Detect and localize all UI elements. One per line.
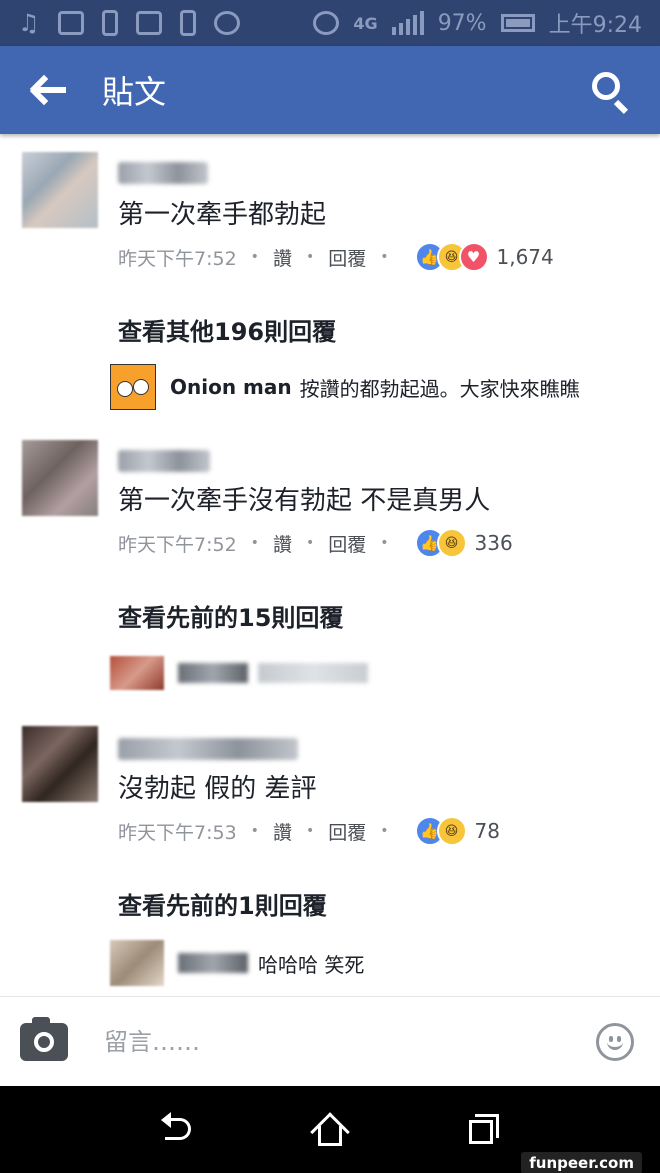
battery-percent: 97%: [437, 10, 487, 36]
commenter-name-redacted[interactable]: [118, 162, 208, 184]
battery-icon: [500, 14, 535, 32]
reply-link[interactable]: 回覆: [328, 530, 366, 557]
status-notification-icons: ♫: [18, 9, 240, 37]
sync-icon: [213, 11, 240, 35]
separator-dot: •: [250, 535, 259, 551]
like-link[interactable]: 讚: [273, 530, 292, 557]
camera-icon[interactable]: [20, 1016, 68, 1061]
phone-icon: [101, 10, 118, 36]
reaction-count: 1,674: [496, 245, 554, 269]
reactions-summary[interactable]: 👍 😆 336: [414, 528, 513, 558]
music-icon: ♫: [18, 9, 40, 37]
reply-text: 按讚的都勃起過。大家快來瞧瞧: [299, 376, 580, 401]
separator-dot: •: [250, 823, 259, 839]
comment-meta: 昨天下午7:52 • 讚 • 回覆 • 👍 😆 ♥ 1,674: [118, 242, 554, 272]
separator-dot: •: [380, 249, 389, 265]
reply-text-redacted: [258, 663, 368, 683]
sdcard-icon: [179, 10, 196, 36]
reply-text: 哈哈哈 笑死: [258, 952, 365, 977]
image-icon: [135, 11, 162, 35]
search-icon[interactable]: [590, 70, 630, 115]
comment-text: 沒勃起 假的 差評: [118, 774, 317, 804]
reply-author-name: Onion man: [170, 375, 292, 399]
haha-reaction-icon: 😆: [436, 528, 467, 558]
commenter-avatar[interactable]: [22, 440, 98, 516]
reply-avatar: [110, 364, 156, 410]
clock: 上午9:24: [548, 13, 642, 38]
comment-timestamp: 昨天下午7:52: [118, 533, 237, 556]
reaction-count: 336: [474, 531, 513, 555]
reply-avatar: [110, 656, 164, 690]
reply-preview[interactable]: 哈哈哈 笑死: [110, 940, 364, 986]
commenter-name-redacted[interactable]: [118, 450, 210, 472]
comment-timestamp: 昨天下午7:53: [118, 821, 237, 844]
page-title: 貼文: [102, 73, 167, 111]
view-more-replies-link[interactable]: 查看先前的15則回覆: [118, 598, 343, 633]
view-more-replies-link[interactable]: 查看其他196則回覆: [118, 312, 336, 347]
separator-dot: •: [305, 823, 315, 839]
separator-dot: •: [250, 249, 259, 265]
network-label: 4G: [353, 13, 378, 33]
signal-icon: [391, 11, 424, 35]
nav-back-icon[interactable]: [157, 1110, 197, 1150]
separator-dot: •: [380, 823, 389, 839]
commenter-avatar[interactable]: [22, 152, 98, 228]
commenter-name-redacted[interactable]: [118, 738, 298, 760]
love-reaction-icon: ♥: [458, 242, 489, 272]
separator-dot: •: [380, 535, 389, 551]
reaction-count: 78: [474, 819, 500, 843]
commenter-avatar[interactable]: [22, 726, 98, 802]
app-bar: 貼文: [0, 46, 660, 134]
like-link[interactable]: 讚: [273, 244, 292, 271]
nav-home-icon[interactable]: [310, 1110, 350, 1152]
reply-preview[interactable]: [110, 656, 378, 690]
comment-composer: [0, 996, 660, 1086]
back-arrow-icon[interactable]: [29, 70, 70, 110]
reply-author-name-redacted: [178, 663, 248, 683]
smiley-icon[interactable]: [596, 1022, 634, 1061]
reply-author-name-redacted: [178, 953, 248, 973]
separator-dot: •: [305, 535, 315, 551]
status-system-icons: 4G 97% 上午9:24: [313, 7, 642, 39]
comment-meta: 昨天下午7:52 • 讚 • 回覆 • 👍 😆 336: [118, 528, 513, 558]
comment-text: 第一次牽手都勃起: [118, 200, 327, 230]
separator-dot: •: [305, 249, 315, 265]
status-bar: ♫ 4G 97% 上午9:24: [0, 0, 660, 46]
reply-link[interactable]: 回覆: [328, 818, 366, 845]
view-more-replies-link[interactable]: 查看先前的1則回覆: [118, 886, 327, 921]
comment-text: 第一次牽手沒有勃起 不是真男人: [118, 486, 491, 516]
comment-input[interactable]: [104, 1027, 544, 1056]
reactions-summary[interactable]: 👍 😆 78: [414, 816, 500, 846]
youtube-icon: [57, 11, 84, 35]
reply-link[interactable]: 回覆: [328, 244, 366, 271]
haha-reaction-icon: 😆: [436, 816, 467, 846]
watermark: funpeer.com: [521, 1152, 642, 1173]
reply-preview[interactable]: Onion man 按讚的都勃起過。大家快來瞧瞧: [110, 364, 580, 410]
alarm-icon: [313, 11, 340, 35]
like-link[interactable]: 讚: [273, 818, 292, 845]
comment-timestamp: 昨天下午7:52: [118, 247, 237, 270]
nav-recent-icon[interactable]: [463, 1110, 503, 1150]
reactions-summary[interactable]: 👍 😆 ♥ 1,674: [414, 242, 554, 272]
reply-avatar: [110, 940, 164, 986]
comment-meta: 昨天下午7:53 • 讚 • 回覆 • 👍 😆 78: [118, 816, 500, 846]
